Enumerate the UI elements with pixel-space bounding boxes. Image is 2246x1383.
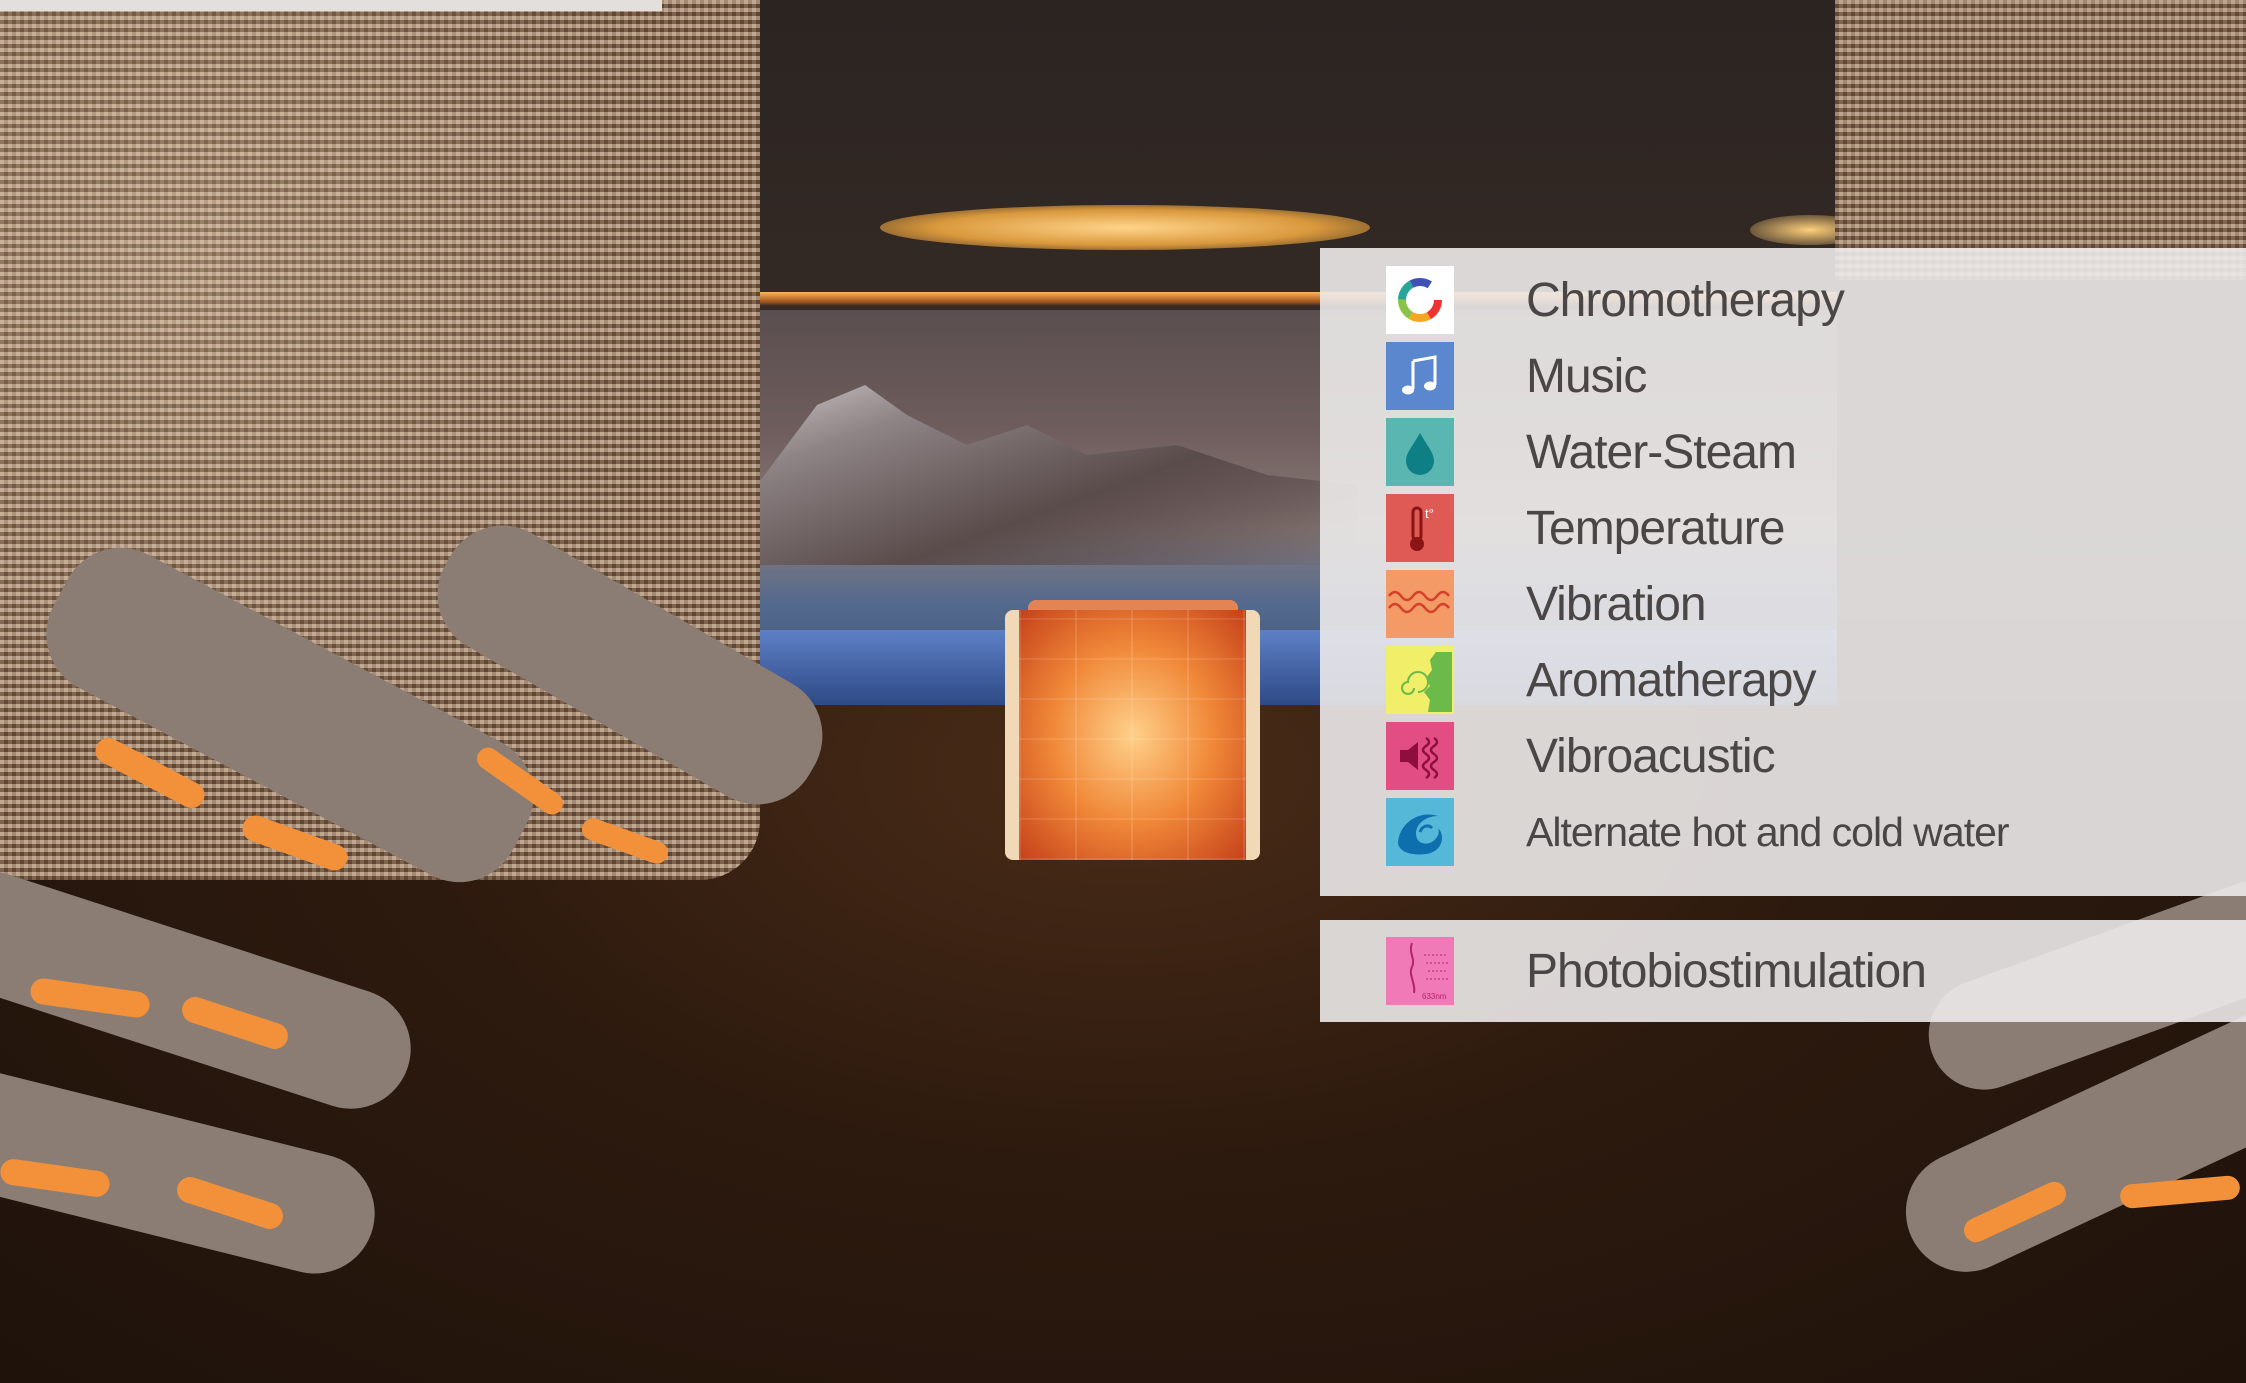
- chromotherapy-icon: [1386, 266, 1454, 334]
- salt-stove: [1005, 610, 1260, 860]
- feature-row: Music: [1320, 342, 2246, 410]
- feature-label: Temperature: [1526, 501, 1785, 555]
- feature-row: Alternate hot and cold water: [1320, 798, 2246, 866]
- wave-icon: [1386, 570, 1454, 638]
- feature-label: Water-Steam: [1526, 425, 1797, 479]
- feature-row: t° Temperature: [1320, 494, 2246, 562]
- body-light-icon: 633nm: [1386, 937, 1454, 1005]
- ceiling-light: [880, 205, 1370, 250]
- feature-row: Chromotherapy: [1320, 266, 2246, 334]
- feature-row: Water-Steam: [1320, 418, 2246, 486]
- feature-label: Aromatherapy: [1526, 653, 1816, 707]
- face-scent-icon: [1386, 646, 1454, 714]
- thermometer-icon: t°: [1386, 494, 1454, 562]
- feature-label: Vibroacustic: [1526, 729, 1776, 783]
- feature-panel: Chromotherapy Music Water-Steam t° Tempe…: [1320, 248, 2246, 896]
- music-note-icon: [1386, 342, 1454, 410]
- feature-row: 633nm Photobiostimulation: [1320, 937, 2246, 1005]
- water-drop-icon: [1386, 418, 1454, 486]
- speaker-vibration-icon: [1386, 722, 1454, 790]
- feature-label: Alternate hot and cold water: [1526, 808, 2010, 855]
- extra-feature-panel: 633nm Photobiostimulation: [1320, 920, 2246, 1022]
- feature-row: Vibration: [1320, 570, 2246, 638]
- wavelength-label: 633nm: [1422, 992, 1447, 1001]
- feature-label: Music: [1526, 349, 1647, 403]
- feature-row: Vibroacustic: [1320, 722, 2246, 790]
- mosaic-wall-right: [1835, 0, 2246, 280]
- feature-label: Photobiostimulation: [1526, 944, 1927, 998]
- svg-text:t°: t°: [1425, 506, 1434, 521]
- feature-label: Vibration: [1526, 577, 1707, 631]
- water-wave-icon: [1386, 798, 1454, 866]
- feature-row: Aromatherapy: [1320, 646, 2246, 714]
- top-bar: [0, 0, 662, 11]
- feature-label: Chromotherapy: [1526, 273, 1845, 327]
